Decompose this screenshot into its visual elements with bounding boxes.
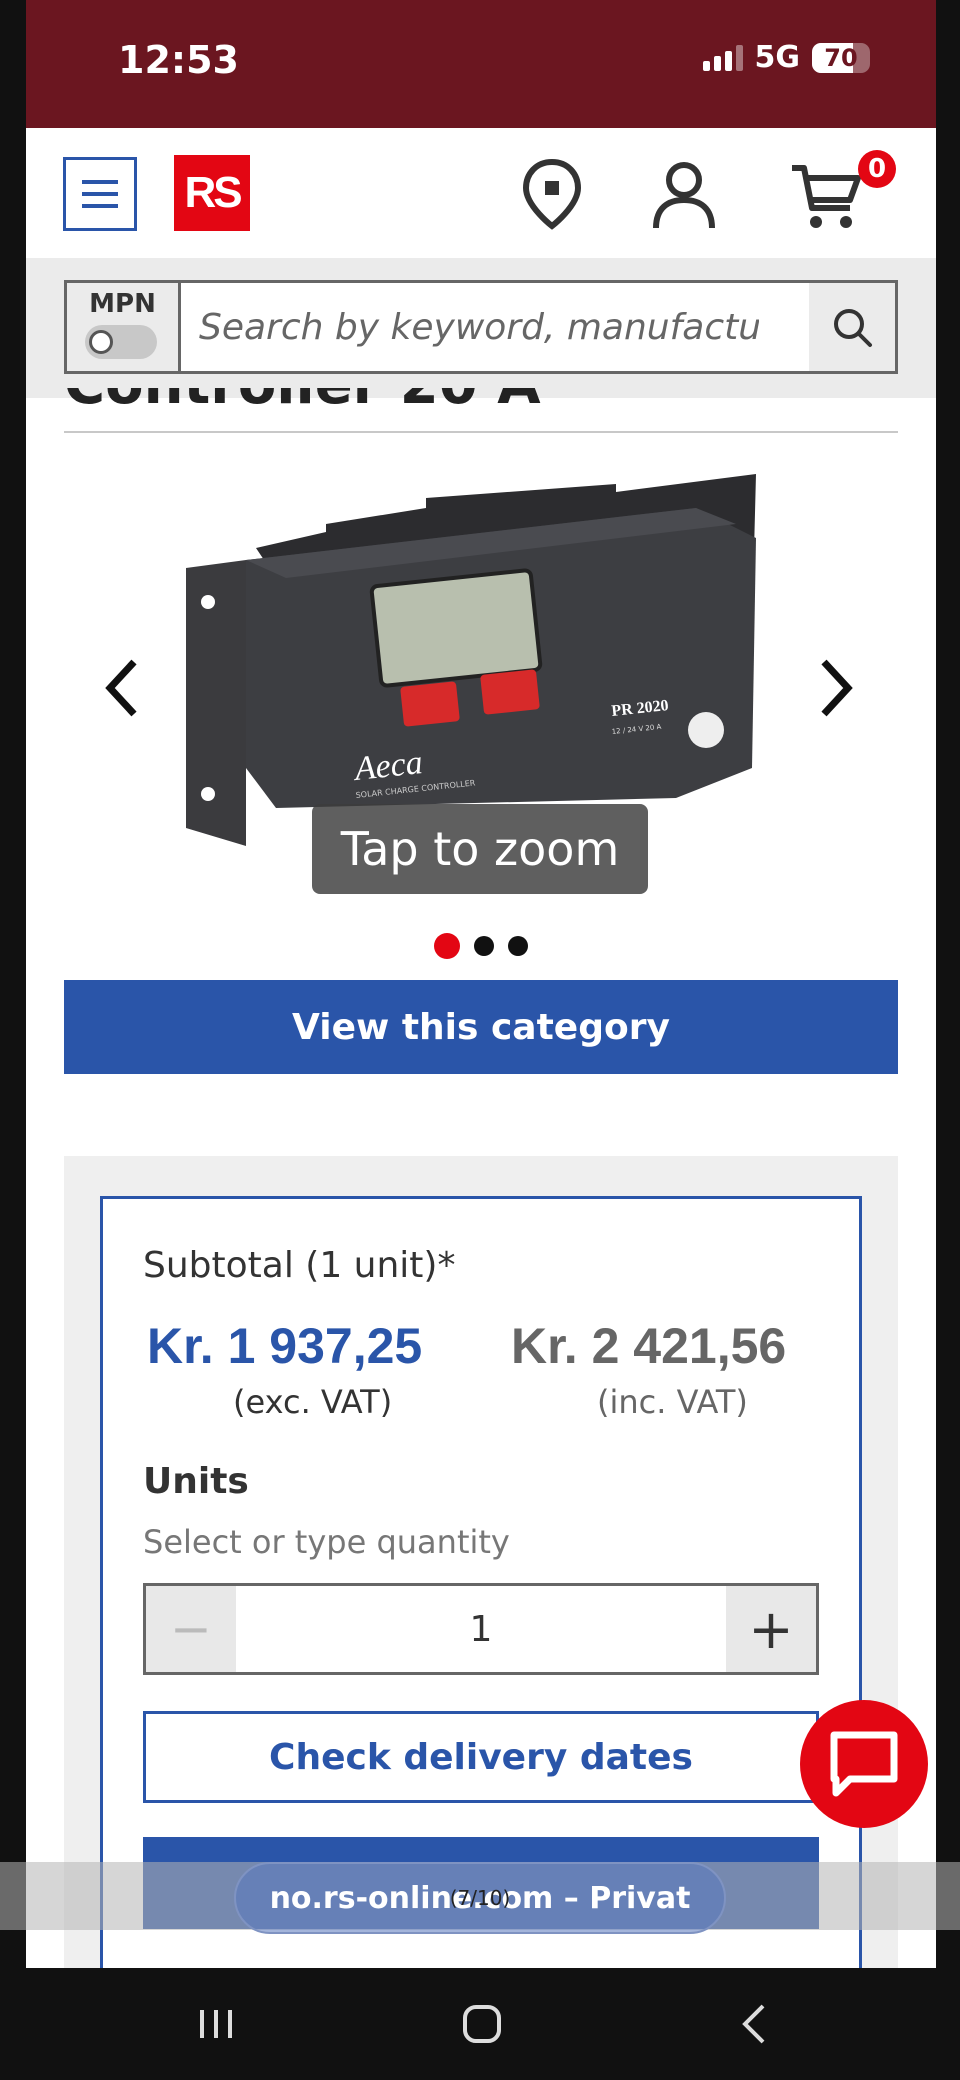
divider (64, 431, 898, 433)
search-icon (834, 309, 872, 347)
status-bar: 12:53 5G 70 (26, 0, 936, 128)
web-page: RS 0 MPN Search by keyword, manufactu...… (26, 128, 936, 1968)
gallery-dot[interactable] (508, 936, 528, 956)
price-inc-vat: Kr. 2 421,56 (511, 1318, 787, 1374)
recent-apps-button[interactable] (176, 1996, 256, 2052)
cart-count-badge: 0 (858, 150, 896, 188)
mpn-label: MPN (89, 289, 156, 319)
location-pin-icon[interactable] (512, 154, 592, 234)
back-icon (742, 2004, 765, 2044)
product-image-brand: Aeca (351, 744, 424, 788)
rs-logo[interactable]: RS (174, 155, 250, 231)
menu-line (82, 180, 118, 184)
tab-counter: (7/10) (449, 1886, 511, 1910)
battery-level: 70 (824, 43, 858, 72)
price-inc-vat-label: (inc. VAT) (597, 1383, 748, 1421)
gallery-dot[interactable] (474, 936, 494, 956)
back-button[interactable] (714, 1996, 794, 2052)
chat-button[interactable] (800, 1700, 928, 1828)
quantity-increase-button[interactable]: + (726, 1586, 816, 1672)
network-type: 5G (754, 40, 801, 75)
chevron-left-icon (105, 659, 137, 717)
mpn-toggle-knob (89, 330, 113, 354)
battery-icon: 70 (812, 42, 870, 73)
home-button[interactable] (442, 1996, 522, 2052)
system-nav-bar (0, 1968, 960, 2080)
gallery-prev-button[interactable] (92, 648, 152, 728)
check-delivery-button[interactable]: Check delivery dates (143, 1711, 819, 1803)
account-icon[interactable] (644, 154, 724, 234)
price-card: Subtotal (1 unit)* Kr. 1 937,25 (exc. VA… (100, 1196, 862, 1968)
gallery-dots (26, 933, 936, 959)
status-time: 12:53 (118, 38, 239, 82)
menu-line (82, 204, 118, 208)
status-indicators: 5G 70 (702, 40, 870, 75)
home-icon (463, 2005, 501, 2043)
mpn-toggle-box[interactable]: MPN (67, 283, 181, 371)
search-button[interactable] (809, 283, 895, 371)
quantity-stepper: − + (143, 1583, 819, 1675)
menu-line (82, 192, 118, 196)
view-category-button[interactable]: View this category (64, 980, 898, 1074)
quantity-decrease-button[interactable]: − (146, 1586, 236, 1672)
signal-icon (702, 44, 743, 71)
units-hint: Select or type quantity (143, 1523, 510, 1561)
search-input[interactable] (199, 297, 759, 357)
mpn-toggle[interactable] (85, 325, 157, 359)
price-exc-vat: Kr. 1 937,25 (147, 1318, 423, 1374)
price-exc-vat-label: (exc. VAT) (233, 1383, 393, 1421)
menu-button[interactable] (63, 157, 137, 231)
search-box: MPN (64, 280, 898, 374)
search-bar: MPN (26, 258, 936, 398)
chat-bubble-icon (830, 1731, 898, 1797)
product-image[interactable]: Aeca SOLAR CHARGE CONTROLLER PR 2020 12 … (176, 468, 816, 858)
subtotal-label: Subtotal (1 unit)* (143, 1245, 456, 1286)
site-header: RS 0 (26, 128, 936, 258)
tap-to-zoom-label[interactable]: Tap to zoom (312, 804, 648, 894)
gallery-dot[interactable] (434, 933, 460, 959)
chevron-right-icon (821, 659, 853, 717)
cart-icon[interactable] (786, 154, 866, 234)
quantity-input[interactable] (246, 1586, 716, 1672)
recent-apps-icon (200, 2010, 232, 2038)
product-title: Controller 20 A (64, 388, 898, 432)
product-title-text: Controller 20 A (64, 388, 541, 417)
units-title: Units (143, 1461, 249, 1502)
